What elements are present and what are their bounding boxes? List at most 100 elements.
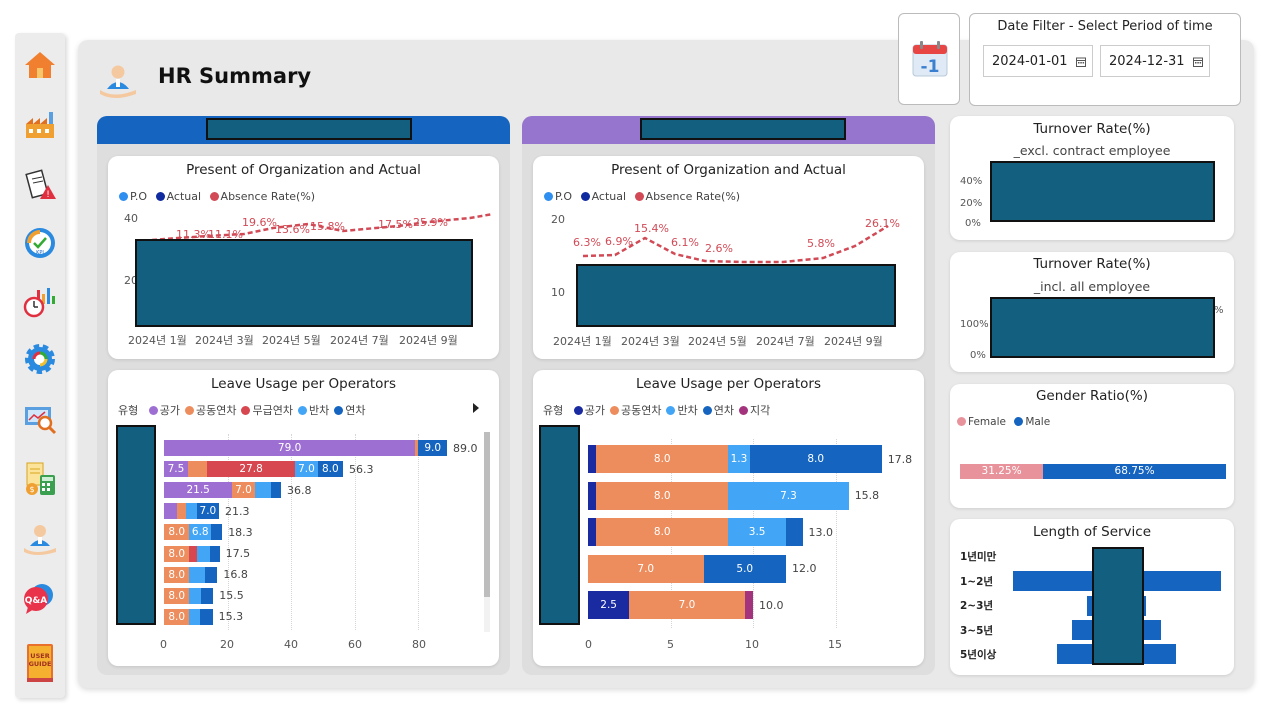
y-tick: 100% [960,319,989,330]
leave-legend-marker [702,406,712,415]
male-legend-label: Male [1025,416,1051,428]
turnover-excl-card: Turnover Rate(%) _excl. contract employe… [950,116,1234,240]
redacted-block [990,297,1215,358]
leave-legend-label: 지각 [749,404,771,417]
po-actual-card-right: Present of Organization and Actual P.O A… [533,156,924,359]
leave-bar-segment [186,503,197,520]
leave-bar-segment: 8.0 [164,608,190,625]
leave-legend-label: 공가 [159,404,180,417]
partial-data-label: % [1214,305,1224,316]
leave-bar-segment [211,524,223,541]
date-picker-icon[interactable] [1076,57,1086,67]
redacted-block [640,118,846,140]
leave-bar-segment: 7.5 [164,461,188,478]
leave-bar-segment [588,518,597,546]
leave-legend-title: 유형 [543,404,564,417]
leave-row-total: 18.3 [228,525,253,539]
x-tick: 0 [585,638,592,651]
leave-row-total: 15.8 [854,489,880,502]
leave-bar-segment: 7.0 [232,482,255,499]
date-filter-label: Date Filter - Select Period of time [997,19,1213,34]
y-tick: 0% [965,218,981,229]
leave-legend-marker [297,406,307,415]
leave-row-total: 16.8 [223,568,248,582]
calculator-icon[interactable]: $ [22,461,58,497]
page-title: HR Summary [158,64,312,88]
female-segment: 31.25% [960,464,1044,479]
legend-next-arrow[interactable] [473,403,479,413]
x-tick: 40 [284,638,298,651]
leave-bar-segment: 27.8 [206,461,296,478]
service-category: 3~5년 [960,625,994,637]
absence-rate-label: 26.1% [865,217,900,230]
x-tick-label: 2024년 5월 [688,335,747,348]
home-icon[interactable] [22,47,58,83]
leave-bar-segment [204,566,218,583]
leave-bar-segment [189,566,205,583]
x-tick: 0 [160,638,167,651]
leave-bar-segment: 8.0 [164,545,190,562]
leave-bar-segment [189,545,198,562]
x-tick: 80 [412,638,426,651]
leave-bar-segment: 9.0 [418,440,447,456]
hr-person-icon[interactable] [22,521,58,557]
leave-bar-segment: 6.8 [189,524,212,541]
document-alert-icon[interactable]: ! [22,167,58,203]
leave-legend-marker [610,406,619,415]
absence-rate-label: 19.6% [242,216,277,229]
absence-rate-label: 6.9% [605,235,633,248]
gender-title: Gender Ratio(%) [1035,388,1149,404]
leave-bar-segment: 8.0 [596,481,729,510]
leave-legend-marker [241,406,251,415]
service-title: Length of Service [1032,524,1152,540]
leave-row-total: 10.0 [759,598,784,612]
analysis-search-icon[interactable] [22,401,58,437]
leave-bar-segment: 7.0 [629,591,745,619]
absence-rate-label: 2.6% [705,242,733,255]
user-guide-icon[interactable]: USER GUIDE [22,641,58,685]
leave-bar-segment: 8.0 [749,445,882,473]
y-tick: 20% [960,198,983,209]
start-date-input[interactable]: 2024-01-01 [983,45,1093,77]
absence-rate-label: 15.8% [310,220,345,233]
scrollbar-thumb[interactable] [484,432,490,597]
x-tick-label: 2024년 3월 [195,334,254,347]
turnover-subtitle: _excl. contract employee [1013,143,1171,158]
male-pct-label: 68.75% [1114,465,1155,477]
leave-bar-segment: 79.0 [164,440,416,456]
leave-row-total: 89.0 [453,441,478,455]
end-date-input[interactable]: 2024-12-31 [1100,45,1210,77]
kpi-gauge-icon[interactable]: KPI [22,225,58,261]
date-picker-icon[interactable] [1193,57,1203,67]
absence-rate-label: 5.8% [807,237,835,250]
leave-bar-segment [176,503,187,520]
calendar-button[interactable]: -1 [898,13,960,105]
leave-legend-label: 공가 [584,404,605,417]
leave-legend-marker [185,406,194,415]
redacted-block [576,264,896,327]
qna-icon[interactable]: Q&A [22,581,58,617]
leave-row-total: 15.3 [218,610,244,624]
leave-bar-segment: 8.0 [596,518,729,546]
absence-rate-label: 6.3% [573,236,601,249]
leave-legend-marker [738,406,748,415]
redacted-block [539,425,580,625]
x-tick-label: 2024년 9월 [824,335,883,348]
leave-bar-segment [744,591,753,619]
x-tick-label: 2024년 5월 [262,334,321,347]
service-category: 1~2년 [960,576,994,588]
leave-bar-segment: 3.5 [728,518,786,546]
leave-bar-segment: 8.0 [596,445,729,473]
x-tick: 60 [348,638,362,651]
scrollbar-track[interactable] [484,432,490,632]
stopwatch-chart-icon[interactable] [22,283,58,319]
leave-bar-segment: 7.0 [196,503,219,520]
redacted-block [1092,547,1144,665]
settings-gear-icon[interactable] [22,341,58,377]
leave-bar-segment [189,608,200,625]
leave-bar-segment: 7.0 [295,461,318,478]
svg-text:$: $ [29,485,34,494]
service-category: 1년미만 [960,551,997,563]
factory-icon[interactable] [22,107,58,143]
leave-row-total: 36.8 [287,483,312,497]
